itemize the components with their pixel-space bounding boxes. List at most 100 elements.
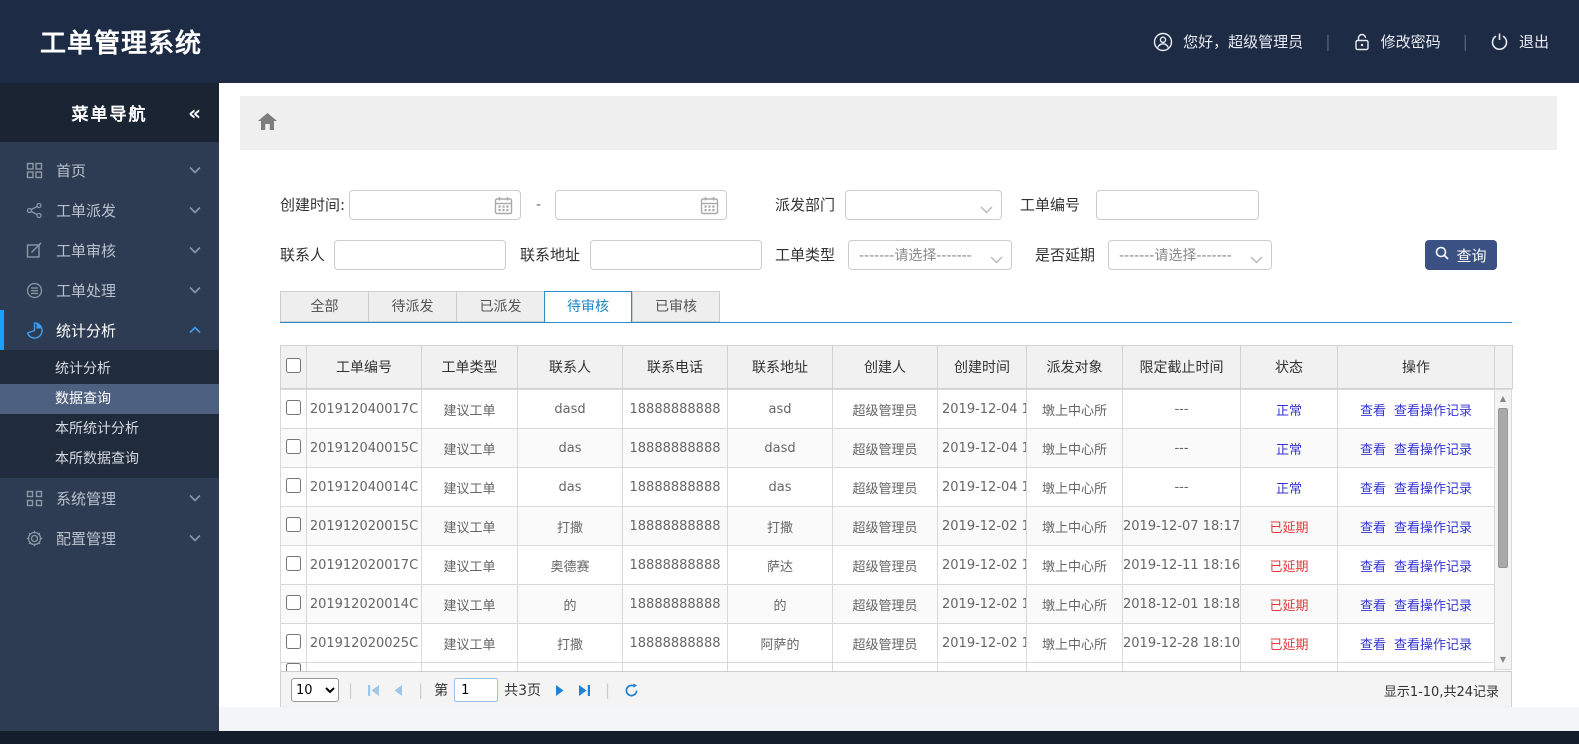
calendar-icon[interactable] — [700, 196, 719, 219]
address-input[interactable] — [591, 241, 761, 269]
sidebar-item-system[interactable]: 系统管理 — [0, 478, 219, 518]
chevron-down-icon — [189, 494, 201, 502]
calendar-icon[interactable] — [494, 196, 513, 219]
cell-dispatch-to: 墩上中心所 — [1026, 428, 1123, 468]
tab-reviewed[interactable]: 已审核 — [632, 291, 720, 322]
date-range-separator: - — [536, 197, 542, 213]
prev-page-button[interactable] — [392, 684, 404, 697]
cell-dispatch-to: 墩上中心所 — [1026, 623, 1123, 663]
row-checkbox[interactable] — [286, 399, 301, 415]
view-link[interactable]: 查看 — [1360, 404, 1386, 419]
cell-contact: 奥德赛 — [517, 545, 623, 585]
scrollbar-thumb[interactable] — [1498, 408, 1508, 568]
view-log-link[interactable]: 查看操作记录 — [1394, 482, 1472, 497]
table-body: 201912040017C 建议工单 dasd 18888888888 asd … — [280, 389, 1495, 671]
row-checkbox[interactable] — [286, 555, 301, 571]
view-log-link[interactable]: 查看操作记录 — [1394, 638, 1472, 653]
submenu-item-data-query[interactable]: 数据查询 — [0, 384, 219, 414]
dispatch-dept-select[interactable] — [845, 190, 1002, 220]
sidebar-item-home[interactable]: 首页 — [0, 150, 219, 190]
view-link[interactable]: 查看 — [1360, 443, 1386, 458]
date-to-field[interactable] — [555, 190, 727, 220]
row-checkbox[interactable] — [286, 438, 301, 454]
sidebar-item-config[interactable]: 配置管理 — [0, 518, 219, 558]
tab-pending-dispatch[interactable]: 待派发 — [368, 291, 456, 322]
page-size-select[interactable]: 10 — [291, 678, 339, 702]
table-row: 201912020014C 建议工单 的 18888888888 的 超级管理员… — [280, 584, 1495, 624]
cell-created-at: 2019-12-02 17 — [937, 623, 1027, 663]
cell-operations: 查看 查看操作记录 — [1337, 623, 1495, 663]
view-log-link[interactable]: 查看操作记录 — [1394, 404, 1472, 419]
submenu-item-local-statistics[interactable]: 本所统计分析 — [0, 414, 219, 444]
contact-input[interactable] — [335, 241, 505, 269]
page-number-input[interactable] — [454, 678, 499, 702]
tab-dispatched[interactable]: 已派发 — [456, 291, 544, 322]
cell-phone: 18888888888 — [622, 428, 728, 468]
sidebar-item-process[interactable]: 工单处理 — [0, 270, 219, 310]
cell-order-no: 201912020015C — [306, 506, 422, 546]
view-link[interactable]: 查看 — [1360, 482, 1386, 497]
tab-pending-review[interactable]: 待审核 — [544, 291, 632, 323]
user-greeting[interactable]: 您好，超级管理员 — [1153, 31, 1303, 52]
select-all-checkbox[interactable] — [286, 357, 301, 373]
logout-link[interactable]: 退出 — [1490, 31, 1549, 52]
view-log-link[interactable]: 查看操作记录 — [1394, 521, 1472, 536]
last-page-button[interactable] — [576, 684, 591, 697]
scroll-down-arrow[interactable]: ▼ — [1495, 653, 1511, 667]
view-log-link[interactable]: 查看操作记录 — [1394, 560, 1472, 575]
view-link[interactable]: 查看 — [1360, 599, 1386, 614]
cell-operations: 查看 查看操作记录 — [1337, 428, 1495, 468]
row-checkbox[interactable] — [286, 663, 301, 671]
header-separator: | — [1462, 32, 1468, 51]
cell-creator: 超级管理员 — [832, 389, 938, 429]
order-no-field[interactable] — [1096, 190, 1259, 220]
next-page-button[interactable] — [554, 684, 566, 697]
cell-contact: das — [517, 467, 623, 507]
table-scrollbar[interactable]: ▲ ▼ — [1495, 389, 1512, 670]
address-field[interactable] — [590, 240, 762, 270]
submenu-item-statistics-analysis[interactable]: 统计分析 — [0, 354, 219, 384]
cell-creator: 超级管理员 — [832, 584, 938, 624]
order-no-input[interactable] — [1097, 191, 1258, 219]
sidebar-item-review[interactable]: 工单审核 — [0, 230, 219, 270]
sidebar-item-statistics[interactable]: 统计分析 — [0, 310, 219, 350]
logout-text: 退出 — [1518, 33, 1549, 51]
col-address: 联系地址 — [727, 345, 833, 389]
contact-label: 联系人 — [280, 246, 326, 264]
bottom-band — [219, 707, 1579, 731]
gear-icon — [26, 530, 43, 547]
contact-field[interactable] — [334, 240, 506, 270]
search-button[interactable]: 查询 — [1425, 240, 1497, 270]
order-type-select[interactable]: -------请选择------- — [848, 240, 1012, 270]
row-checkbox[interactable] — [286, 477, 301, 493]
scroll-up-arrow[interactable]: ▲ — [1495, 392, 1511, 406]
sidebar-item-label: 统计分析 — [56, 321, 117, 340]
change-password-text: 修改密码 — [1380, 33, 1441, 51]
cell-contact: 打撒 — [517, 506, 623, 546]
view-log-link[interactable]: 查看操作记录 — [1394, 443, 1472, 458]
table-row: 201912020017C 建议工单 奥德赛 18888888888 萨达 超级… — [280, 545, 1495, 585]
submenu-item-local-data-query[interactable]: 本所数据查询 — [0, 444, 219, 474]
app-title: 工单管理系统 — [40, 29, 203, 59]
sidebar-item-label: 配置管理 — [56, 529, 117, 548]
view-link[interactable]: 查看 — [1360, 560, 1386, 575]
row-checkbox[interactable] — [286, 633, 301, 649]
row-checkbox[interactable] — [286, 594, 301, 610]
date-from-field[interactable] — [349, 190, 521, 220]
view-link[interactable]: 查看 — [1360, 521, 1386, 536]
row-checkbox[interactable] — [286, 516, 301, 532]
tab-all[interactable]: 全部 — [280, 291, 368, 322]
sidebar-item-label: 首页 — [56, 161, 87, 180]
refresh-button[interactable] — [624, 683, 639, 698]
sidebar-item-dispatch[interactable]: 工单派发 — [0, 190, 219, 230]
home-icon[interactable] — [257, 112, 278, 135]
view-link[interactable]: 查看 — [1360, 638, 1386, 653]
cell-phone: 18888888888 — [622, 584, 728, 624]
address-label: 联系地址 — [520, 246, 581, 264]
change-password-link[interactable]: 修改密码 — [1353, 31, 1441, 52]
view-log-link[interactable]: 查看操作记录 — [1394, 599, 1472, 614]
first-page-button[interactable] — [367, 684, 382, 697]
sidebar-collapse-icon[interactable]: « — [188, 103, 201, 123]
delay-select[interactable]: -------请选择------- — [1108, 240, 1272, 270]
order-no-label: 工单编号 — [1020, 196, 1081, 214]
